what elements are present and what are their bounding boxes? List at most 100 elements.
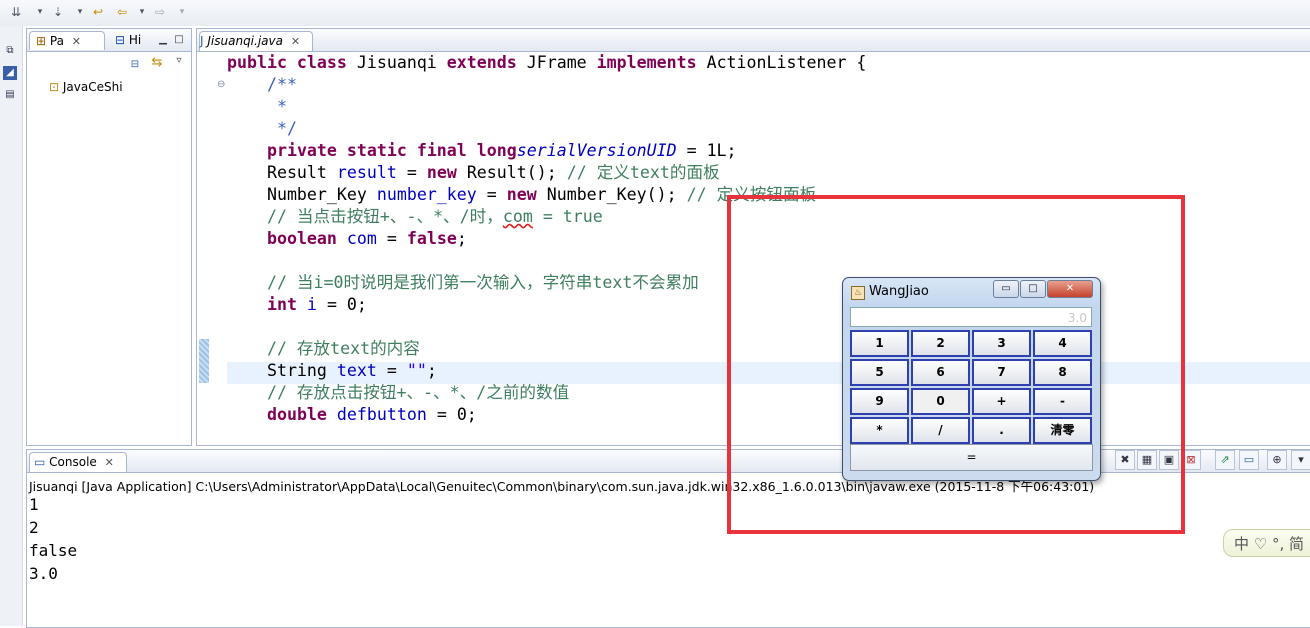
code-token: private static final long	[266, 141, 517, 160]
package-icon: ⊞	[36, 34, 47, 48]
close-icon[interactable]: ✕	[72, 35, 81, 48]
console-output-line: 1	[29, 495, 39, 514]
outline-icon[interactable]: ▤	[3, 88, 17, 102]
key-0-3[interactable]: 4	[1033, 330, 1092, 357]
dropdown-arrow-icon[interactable]: ▾	[174, 4, 190, 20]
code-line[interactable]: Result result = new Result(); // 定义text的…	[227, 162, 720, 184]
key-3-2[interactable]: .	[972, 417, 1031, 444]
code-line[interactable]: // 存放text的内容	[227, 338, 420, 360]
code-token: serialVersionUID	[516, 141, 677, 160]
view-menu-icon[interactable]: ▿	[173, 55, 185, 67]
display-selected-icon[interactable]: ⇗	[1215, 450, 1235, 470]
console-output-line: 2	[29, 518, 39, 537]
close-button[interactable]: ✕	[1047, 280, 1093, 298]
minimize-button[interactable]: ▭	[993, 280, 1019, 298]
ime-status-bar[interactable]: 中 ♡ °, 简	[1223, 529, 1310, 557]
fold-icon[interactable]: ⊖	[217, 79, 225, 90]
tab-jisuanqi-java[interactable]: J Jisuanqi.java ✕	[199, 31, 313, 51]
code-token: = true	[532, 207, 603, 226]
forward-icon[interactable]: ⇨	[152, 4, 168, 20]
code-token: boolean	[266, 229, 337, 248]
code-token: double	[266, 405, 327, 424]
code-line[interactable]: boolean com = false;	[227, 228, 467, 250]
new-console-icon[interactable]: ⊕	[1267, 450, 1287, 470]
dropdown-arrow-icon[interactable]: ▾	[72, 4, 88, 20]
key-0-2[interactable]: 3	[972, 330, 1031, 357]
key-3-0[interactable]: *	[850, 417, 909, 444]
collapse-all-icon[interactable]: ⊟	[129, 59, 141, 71]
view-menu-icon[interactable]: ▾	[1291, 450, 1310, 470]
key-1-1[interactable]: 6	[911, 359, 970, 386]
code-line[interactable]: private static final longserialVersionUI…	[227, 140, 737, 162]
code-line[interactable]: // 存放点击按钮+、-、*、/之前的数值	[227, 382, 569, 404]
tab-label: Jisuanqi.java	[207, 34, 283, 48]
key-3-1[interactable]: /	[911, 417, 970, 444]
code-token: ActionListener {	[706, 53, 867, 72]
tab-label: Pa	[49, 34, 64, 48]
key-1-0[interactable]: 5	[850, 359, 909, 386]
code-token: =	[396, 163, 427, 182]
key-3-3[interactable]: 清零	[1033, 417, 1092, 444]
key-2-1[interactable]: 0	[911, 388, 970, 415]
code-token: =	[376, 361, 407, 380]
open-console-icon[interactable]: ▭	[1239, 450, 1259, 470]
close-icon[interactable]: ✕	[291, 35, 300, 48]
java-file-icon: J	[200, 34, 204, 48]
code-token: defbutton	[336, 405, 427, 424]
calculator-window[interactable]: ♨ WangJiao ▭ □ ✕ 3.0 = 1 2 3 4 5 6 7 8 9 0 + - * /. 清零	[842, 277, 1101, 481]
tree-item-project[interactable]: ⊡ JavaCeShi	[49, 80, 123, 94]
key-2-0[interactable]: 9	[850, 388, 909, 415]
code-token: implements	[596, 53, 707, 72]
code-line[interactable]: /**	[227, 74, 297, 96]
code-token: com	[346, 229, 377, 248]
package-explorer-tabs: ⊞ Pa ✕ ⊟ Hi ▁ □	[27, 29, 191, 52]
restore-icon[interactable]: ⧉	[3, 44, 17, 58]
code-line[interactable]: String text = "";	[227, 360, 437, 382]
code-token: i	[306, 295, 317, 314]
dropdown-arrow-icon[interactable]: ▾	[134, 4, 150, 20]
key-2-3[interactable]: -	[1033, 388, 1092, 415]
maximize-button[interactable]: □	[1020, 280, 1046, 298]
tab-console[interactable]: ▭ Console ✕	[29, 452, 127, 472]
code-line[interactable]: *	[227, 96, 287, 118]
minimize-icon[interactable]: ▁	[157, 34, 169, 46]
tab-label: Hi	[128, 33, 142, 47]
code-token: ""	[406, 361, 427, 380]
code-line[interactable]: */	[227, 118, 297, 140]
code-line[interactable]: // 当i=0时说明是我们第一次输入，字符串text不会累加	[227, 272, 699, 294]
package-explorer-view: ⊞ Pa ✕ ⊟ Hi ▁ □ ⊟ ⇆ ▿ ⊡ JavaCeShi	[26, 28, 192, 446]
code-line[interactable]: double defbutton = 0;	[227, 404, 477, 426]
key-0-1[interactable]: 2	[911, 330, 970, 357]
code-token: Result	[227, 163, 337, 182]
code-line[interactable]: public class Jisuanqi extends JFrame imp…	[227, 52, 866, 74]
code-line[interactable]: int i = 0;	[227, 294, 367, 316]
back-icon[interactable]: ⇦	[114, 4, 130, 20]
code-token: =	[376, 229, 407, 248]
perspective-icon[interactable]: ◢	[3, 66, 17, 80]
code-token: // 存放点击按钮+、-、*、/之前的数值	[227, 383, 570, 402]
code-token: // 当i=0时说明是我们第一次输入，字符串text不会累加	[227, 273, 699, 292]
code-token: ;	[426, 361, 437, 380]
key-2-2[interactable]: +	[972, 388, 1031, 415]
maximize-icon[interactable]: □	[173, 34, 185, 46]
key-0-0[interactable]: 1	[850, 330, 909, 357]
key-1-3[interactable]: 8	[1033, 359, 1092, 386]
link-with-editor-icon[interactable]: ⇆	[151, 56, 163, 69]
code-token: =	[476, 185, 507, 204]
console-output-line: 3.0	[29, 564, 58, 583]
code-token: Jisuanqi	[356, 53, 447, 72]
close-icon[interactable]: ✕	[105, 456, 114, 469]
result-display[interactable]: 3.0	[850, 307, 1092, 327]
dropdown-arrow-icon[interactable]: ▾	[32, 4, 48, 20]
tab-package-explorer[interactable]: ⊞ Pa ✕	[29, 31, 105, 50]
key-1-2[interactable]: 7	[972, 359, 1031, 386]
equals-button[interactable]: =	[850, 444, 1093, 471]
run-icon[interactable]: ⇣	[50, 4, 66, 20]
code-token: extends	[446, 53, 527, 72]
code-token: = 0;	[316, 295, 367, 314]
debug-icon[interactable]: ⇊	[8, 4, 24, 20]
last-edit-icon[interactable]: ↩	[90, 4, 106, 20]
code-line[interactable]: // 当点击按钮+、-、*、/时，com = true	[227, 206, 603, 228]
